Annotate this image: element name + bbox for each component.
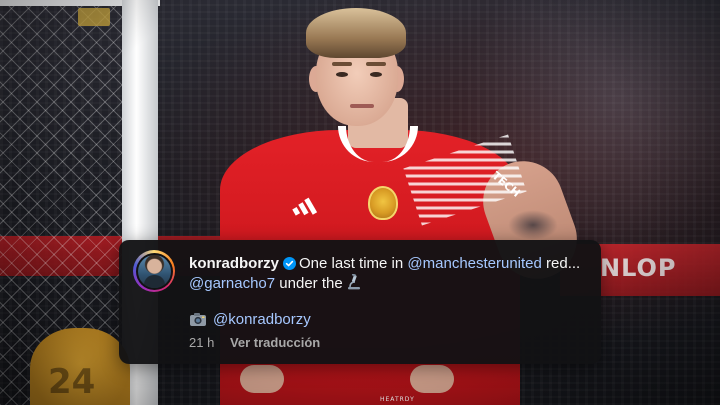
avatar-story-ring[interactable] xyxy=(133,250,175,292)
camera-icon xyxy=(190,313,206,326)
comment-text-part-1: One last time in xyxy=(299,255,404,272)
comment-line-2: @garnacho7 under the xyxy=(189,274,361,293)
player-hair xyxy=(306,8,406,58)
player-mouth xyxy=(350,104,374,108)
player-brow-right xyxy=(366,62,386,66)
player-eye-left xyxy=(336,72,348,77)
comment-meta: 21 h Ver traducción xyxy=(189,335,320,351)
photo-stage: NLOP 24 TECH HEATRDY konradborzy One las… xyxy=(0,0,720,405)
mention-link-garnacho7[interactable]: @garnacho7 xyxy=(189,275,275,292)
adidas-logo-icon xyxy=(292,197,318,216)
microscope-icon xyxy=(347,274,360,290)
comment-line-1: konradborzy One last time in @manchester… xyxy=(189,254,594,273)
see-translation-button[interactable]: Ver traducción xyxy=(230,335,320,350)
floodlight xyxy=(78,8,110,26)
comment-text-part-2: red... xyxy=(546,255,581,272)
player-hands xyxy=(240,365,454,395)
comment-timestamp: 21 h xyxy=(189,335,215,350)
arm-tattoo xyxy=(508,210,558,240)
mention-link-konradborzy[interactable]: @konradborzy xyxy=(213,311,311,328)
player-hand-right xyxy=(410,365,454,393)
avatar[interactable] xyxy=(137,254,171,288)
shorts-label-text: HEATRDY xyxy=(380,396,415,403)
player-brow-left xyxy=(332,62,352,66)
mention-link-manchesterunited[interactable]: @manchesterunited xyxy=(407,255,541,272)
comment-line-3: @konradborzy xyxy=(189,310,311,329)
comment-username[interactable]: konradborzy xyxy=(189,255,279,272)
avatar-frame xyxy=(135,252,173,290)
comment-card: konradborzy One last time in @manchester… xyxy=(119,240,601,364)
goalkeeper-number: 24 xyxy=(48,362,96,402)
verified-badge-icon xyxy=(283,257,297,270)
player-hand-left xyxy=(240,365,284,393)
player-eye-right xyxy=(370,72,382,77)
comment-text-part-3: under the xyxy=(279,275,343,292)
advertising-board-text: NLOP xyxy=(600,254,677,282)
club-crest-icon xyxy=(368,186,398,220)
